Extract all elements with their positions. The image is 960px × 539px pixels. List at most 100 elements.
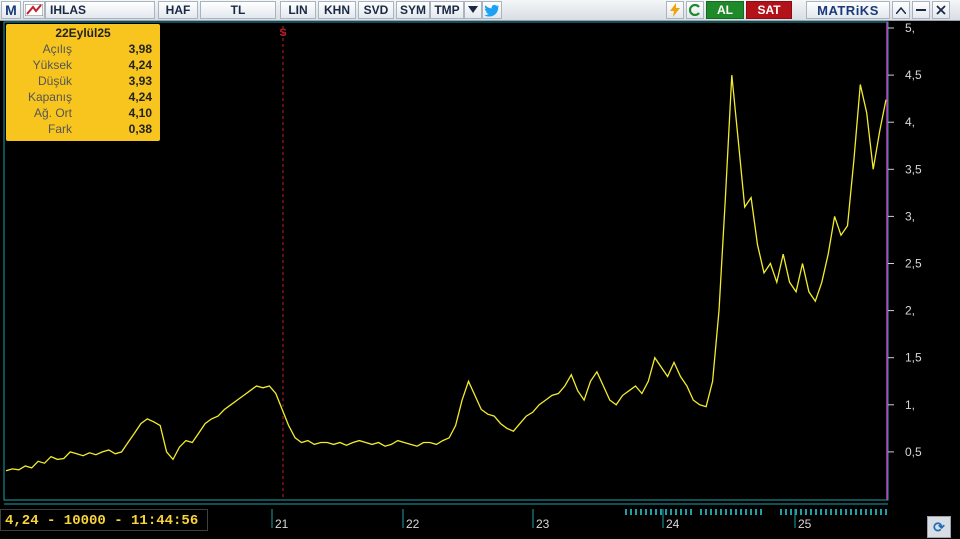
info-row-high: Yüksek 4,24	[6, 58, 160, 74]
khn-button[interactable]: KHN	[318, 1, 356, 19]
info-label: Ağ. Ort	[33, 106, 72, 120]
info-label: Kapanış	[27, 90, 72, 104]
volume-tick	[735, 509, 737, 515]
volume-tick	[675, 509, 677, 515]
volume-tick	[730, 509, 732, 515]
x-tick-label: 23	[536, 517, 550, 531]
y-tick-label: 4,5	[905, 68, 922, 82]
volume-tick	[655, 509, 657, 515]
volume-tick	[750, 509, 752, 515]
volume-tick	[855, 509, 857, 515]
volume-tick	[820, 509, 822, 515]
volume-tick	[850, 509, 852, 515]
y-tick-label: 3,5	[905, 162, 922, 176]
info-value: 4,24	[128, 90, 152, 104]
twitter-icon[interactable]	[482, 1, 502, 19]
y-tick-label: 2,	[905, 304, 915, 318]
y-tick-label: 4,	[905, 115, 915, 129]
volume-tick	[845, 509, 847, 515]
info-label: Yüksek	[32, 58, 72, 72]
close-icon[interactable]	[932, 1, 950, 19]
volume-tick	[725, 509, 727, 515]
info-row-change: Fark 0,38	[6, 122, 160, 138]
y-tick-label: 0,5	[905, 445, 922, 459]
svd-button[interactable]: SVD	[358, 1, 394, 19]
y-axis: 0,5 1, 1,5 2, 2,5 3, 3,5 4, 4,5 5,	[888, 21, 922, 459]
volume-tick	[805, 509, 807, 515]
volume-tick	[640, 509, 642, 515]
volume-tick	[690, 509, 692, 515]
buy-button[interactable]: AL	[706, 1, 744, 19]
sell-button[interactable]: SAT	[746, 1, 792, 19]
info-row-wavg: Ağ. Ort 4,10	[6, 106, 160, 122]
refresh-c-icon[interactable]	[686, 1, 704, 19]
info-label: Düşük	[37, 74, 72, 88]
x-tick-label: 22	[406, 517, 420, 531]
volume-tick	[885, 509, 887, 515]
info-value: 3,98	[128, 42, 152, 56]
y-tick-label: 1,5	[905, 351, 922, 365]
volume-tick	[625, 509, 627, 515]
symbol-flag-icon[interactable]	[23, 1, 45, 19]
volume-tick	[815, 509, 817, 515]
x-tick-label: 24	[666, 517, 680, 531]
info-value: 4,10	[128, 106, 152, 120]
volume-tick	[660, 509, 662, 515]
matriks-logo-icon: M	[1, 1, 21, 19]
volume-tick	[790, 509, 792, 515]
sync-icon[interactable]: ⟳	[927, 516, 951, 538]
volume-tick	[630, 509, 632, 515]
x-tick-label: 25	[798, 517, 812, 531]
volume-tick	[785, 509, 787, 515]
volume-tick	[705, 509, 707, 515]
info-label: Fark	[48, 122, 72, 136]
y-tick-label: 1,	[905, 398, 915, 412]
minimize-icon[interactable]	[912, 1, 930, 19]
volume-tick	[865, 509, 867, 515]
volume-tick	[680, 509, 682, 515]
sym-button[interactable]: SYM	[396, 1, 430, 19]
volume-tick	[875, 509, 877, 515]
volume-tick	[720, 509, 722, 515]
volume-tick	[795, 509, 797, 515]
volume-tick	[760, 509, 762, 515]
volume-tick	[835, 509, 837, 515]
volume-tick	[645, 509, 647, 515]
last-trade-text: 4,24 - 10000 - 11:44:56	[5, 513, 199, 529]
dropdown-arrow-icon[interactable]	[464, 1, 482, 19]
volume-tick	[710, 509, 712, 515]
signal-marker-label: S	[279, 27, 286, 39]
scroll-up-icon[interactable]	[892, 1, 910, 19]
volume-tick	[780, 509, 782, 515]
last-trade-status: 4,24 - 10000 - 11:44:56	[0, 509, 208, 531]
lightning-icon[interactable]	[666, 1, 684, 19]
currency-button[interactable]: TL	[200, 1, 276, 19]
volume-tick	[800, 509, 802, 515]
volume-tick	[700, 509, 702, 515]
top-toolbar: M IHLAS HAF TL LIN KHN SVD SYM TMP AL SA…	[0, 0, 960, 21]
info-row-close: Kapanış 4,24	[6, 90, 160, 106]
volume-tick	[755, 509, 757, 515]
x-tick-label: 21	[275, 517, 289, 531]
volume-tick	[685, 509, 687, 515]
volume-tick	[825, 509, 827, 515]
y-tick-label: 2,5	[905, 257, 922, 271]
info-value: 4,24	[128, 58, 152, 72]
volume-ticks	[625, 509, 887, 515]
volume-tick	[880, 509, 882, 515]
info-value: 0,38	[128, 122, 152, 136]
info-date: 22Eylül25	[55, 26, 111, 40]
volume-tick	[740, 509, 742, 515]
info-row-low: Düşük 3,93	[6, 74, 160, 90]
volume-tick	[830, 509, 832, 515]
info-row-open: Açılış 3,98	[6, 42, 160, 58]
symbol-input[interactable]: IHLAS	[45, 1, 155, 19]
y-tick-label: 3,	[905, 209, 915, 223]
y-tick-label: 5,	[905, 21, 915, 35]
timeframe-button[interactable]: HAF	[158, 1, 198, 19]
tmp-button[interactable]: TMP	[430, 1, 464, 19]
volume-tick	[670, 509, 672, 515]
ohlc-info-panel: 22Eylül25 Açılış 3,98 Yüksek 4,24 Düşük …	[6, 24, 160, 141]
volume-tick	[860, 509, 862, 515]
line-type-button[interactable]: LIN	[280, 1, 316, 19]
